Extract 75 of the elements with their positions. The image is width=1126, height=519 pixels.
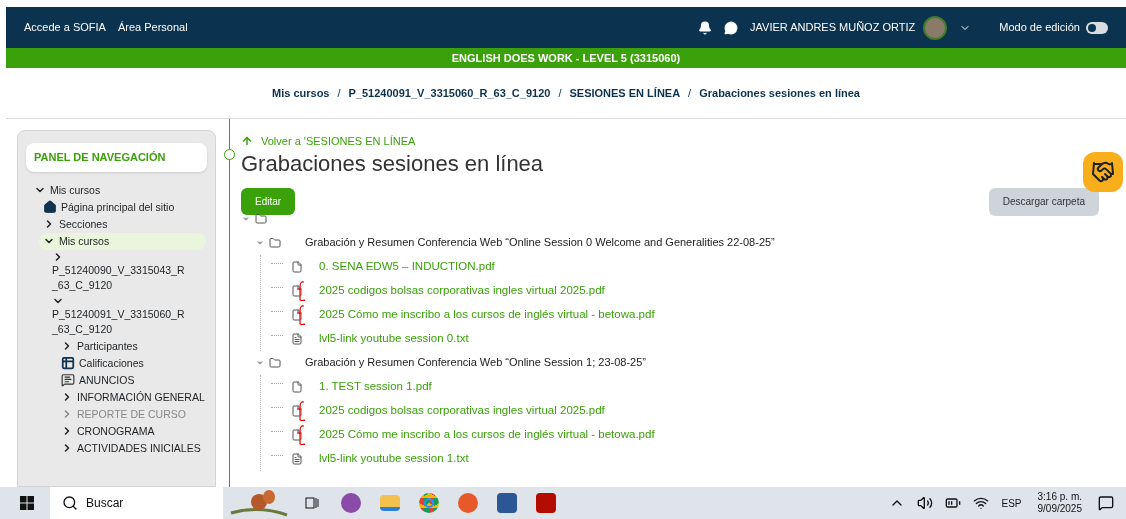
pdf-file-icon bbox=[291, 308, 303, 321]
search-icon bbox=[62, 495, 78, 511]
nav-item[interactable]: Participantes bbox=[77, 338, 138, 354]
breadcrumb-separator: / bbox=[337, 85, 341, 101]
file-link[interactable]: 2025 codigos bolsas corporativas ingles virtual 2025.pdf bbox=[319, 281, 605, 300]
language-indicator[interactable]: ESP bbox=[1001, 495, 1022, 511]
file-link[interactable]: lvl5-link youtube session 1.txt bbox=[319, 449, 469, 468]
message-icon bbox=[61, 373, 75, 387]
file-link[interactable]: 2025 Cómo me inscribo a los cursos de inglés virtual - betowa.pdf bbox=[319, 425, 655, 444]
file-link[interactable]: lvl5-link youtube session 0.txt bbox=[319, 329, 469, 348]
user-name[interactable]: JAVIER ANDRES MUÑOZ ORTIZ bbox=[750, 19, 916, 36]
arrow-up-icon bbox=[241, 135, 253, 148]
avatar[interactable] bbox=[923, 15, 948, 40]
edit-mode-label: Modo de edición bbox=[999, 20, 1080, 36]
nav-item[interactable]: P_51240090_V_3315043_R_63_C_9120 bbox=[52, 262, 188, 293]
pdf-file-icon bbox=[291, 284, 303, 297]
folder-name[interactable]: Grabación y Resumen Conferencia Web “Online Session 1; 23-08-25” bbox=[305, 354, 646, 371]
folder-icon bbox=[269, 236, 281, 249]
battery-icon[interactable] bbox=[945, 495, 962, 511]
notifications-icon[interactable] bbox=[1098, 495, 1114, 511]
back-link[interactable]: Volver a 'SESIONES EN LÍNEA bbox=[261, 133, 416, 150]
handshake-icon bbox=[1091, 160, 1115, 184]
text-file-icon bbox=[291, 332, 303, 345]
nav-item[interactable]: ANUNCIOS bbox=[79, 372, 135, 388]
pdf-file-icon bbox=[291, 404, 303, 417]
nav-link[interactable]: Accede a SOFIA bbox=[24, 19, 106, 36]
pdf-file-icon bbox=[291, 380, 303, 393]
browser-icon[interactable] bbox=[458, 493, 478, 513]
app-icon[interactable] bbox=[341, 493, 361, 513]
windows-start-icon[interactable] bbox=[20, 496, 34, 510]
download-folder-button[interactable]: Descargar carpeta bbox=[988, 187, 1099, 216]
search-placeholder: Buscar bbox=[86, 495, 124, 512]
nav-item[interactable]: Calificaciones bbox=[79, 355, 144, 371]
bell-icon[interactable] bbox=[698, 20, 713, 35]
folder-icon bbox=[255, 212, 267, 225]
task-view-icon[interactable] bbox=[305, 496, 319, 510]
edit-mode-toggle[interactable] bbox=[1086, 21, 1108, 34]
nav-item[interactable]: P_51240091_V_3315060_R_63_C_9120 bbox=[52, 306, 188, 337]
breadcrumb-link[interactable]: Grabaciones sesiones en línea bbox=[699, 84, 860, 102]
nav-item[interactable]: Mis cursos bbox=[50, 182, 101, 198]
breadcrumb-link[interactable]: P_51240091_V_3315060_R_63_C_9120 bbox=[348, 84, 551, 102]
breadcrumb-separator: / bbox=[688, 85, 692, 101]
nav-item[interactable]: ACTIVIDADES INICIALES bbox=[77, 440, 201, 456]
breadcrumb-separator: / bbox=[558, 85, 562, 101]
folder-icon bbox=[269, 356, 281, 369]
squirrel-drawing bbox=[229, 489, 289, 517]
text-file-icon bbox=[291, 452, 303, 465]
handshake-button[interactable] bbox=[1083, 152, 1123, 192]
file-link[interactable]: 1. TEST session 1.pdf bbox=[319, 377, 432, 396]
speaker-icon[interactable] bbox=[917, 495, 934, 511]
breadcrumb-link[interactable]: Mis cursos bbox=[272, 84, 330, 102]
file-link[interactable]: 2025 codigos bolsas corporativas ingles virtual 2025.pdf bbox=[319, 401, 605, 420]
folder-name[interactable]: Grabación y Resumen Conferencia Web “Online Session 0 Welcome and Generalities 22-08-25” bbox=[305, 234, 775, 251]
taskbar-search-field[interactable]: Buscar bbox=[50, 487, 223, 519]
course-title: ENGLISH DOES WORK - LEVEL 5 (3315060) bbox=[451, 50, 681, 66]
page-title: Grabaciones sesiones en línea bbox=[241, 149, 545, 178]
file-link[interactable]: 0. SENA EDW5 – INDUCTION.pdf bbox=[319, 257, 495, 276]
browser-icon[interactable] bbox=[419, 493, 439, 513]
clock-time[interactable]: 3:16 p. m. bbox=[1037, 491, 1082, 503]
breadcrumb-link[interactable]: SESIONES EN LÍNEA bbox=[569, 84, 681, 102]
clock-date[interactable]: 9/09/2025 bbox=[1037, 503, 1082, 515]
wifi-icon[interactable] bbox=[973, 495, 990, 511]
pdf-file-icon bbox=[291, 260, 303, 273]
home-icon bbox=[43, 200, 57, 214]
file-link[interactable]: 2025 Cómo me inscribo a los cursos de inglés virtual - betowa.pdf bbox=[319, 305, 655, 324]
pdf-file-icon bbox=[291, 428, 303, 441]
nav-item[interactable]: CRONOGRAMA bbox=[77, 423, 155, 439]
file-folder-icon[interactable] bbox=[380, 495, 400, 511]
nav-link[interactable]: Área Personal bbox=[117, 19, 188, 36]
nav-item[interactable]: INFORMACIÓN GENERAL bbox=[77, 389, 205, 405]
panel-title: PANEL DE NAVEGACIÓN bbox=[26, 143, 207, 172]
nav-item[interactable]: Página principal del sitio bbox=[61, 199, 175, 215]
chat-icon[interactable] bbox=[724, 20, 739, 35]
nav-item[interactable]: Secciones bbox=[59, 216, 108, 232]
table-icon bbox=[61, 356, 75, 370]
